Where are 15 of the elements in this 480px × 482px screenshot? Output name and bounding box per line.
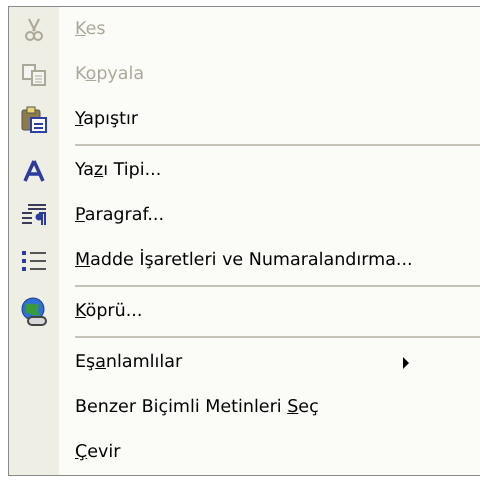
globe-icon (20, 296, 48, 326)
menu-item[interactable]: Köprü... (9, 289, 480, 334)
menu-item[interactable]: Eşanlamlılar (9, 340, 480, 385)
copy-icon (21, 62, 47, 86)
menu-item[interactable]: Madde İşaretleri ve Numaralandırma... (9, 238, 480, 283)
scissors-icon (23, 16, 45, 42)
menu-item[interactable]: Yazı Tipi... (9, 148, 480, 193)
bullet-list-icon (20, 248, 48, 272)
menu-item[interactable]: Yapıştır (9, 97, 480, 142)
paste-icon (20, 106, 48, 134)
submenu-arrow-icon (403, 356, 409, 368)
menu-item[interactable]: Çevir (9, 430, 480, 475)
font-icon (21, 158, 47, 182)
menu-item[interactable]: Benzer Biçimli Metinleri Seç (9, 385, 480, 430)
menu-item[interactable]: Paragraf... (9, 193, 480, 238)
